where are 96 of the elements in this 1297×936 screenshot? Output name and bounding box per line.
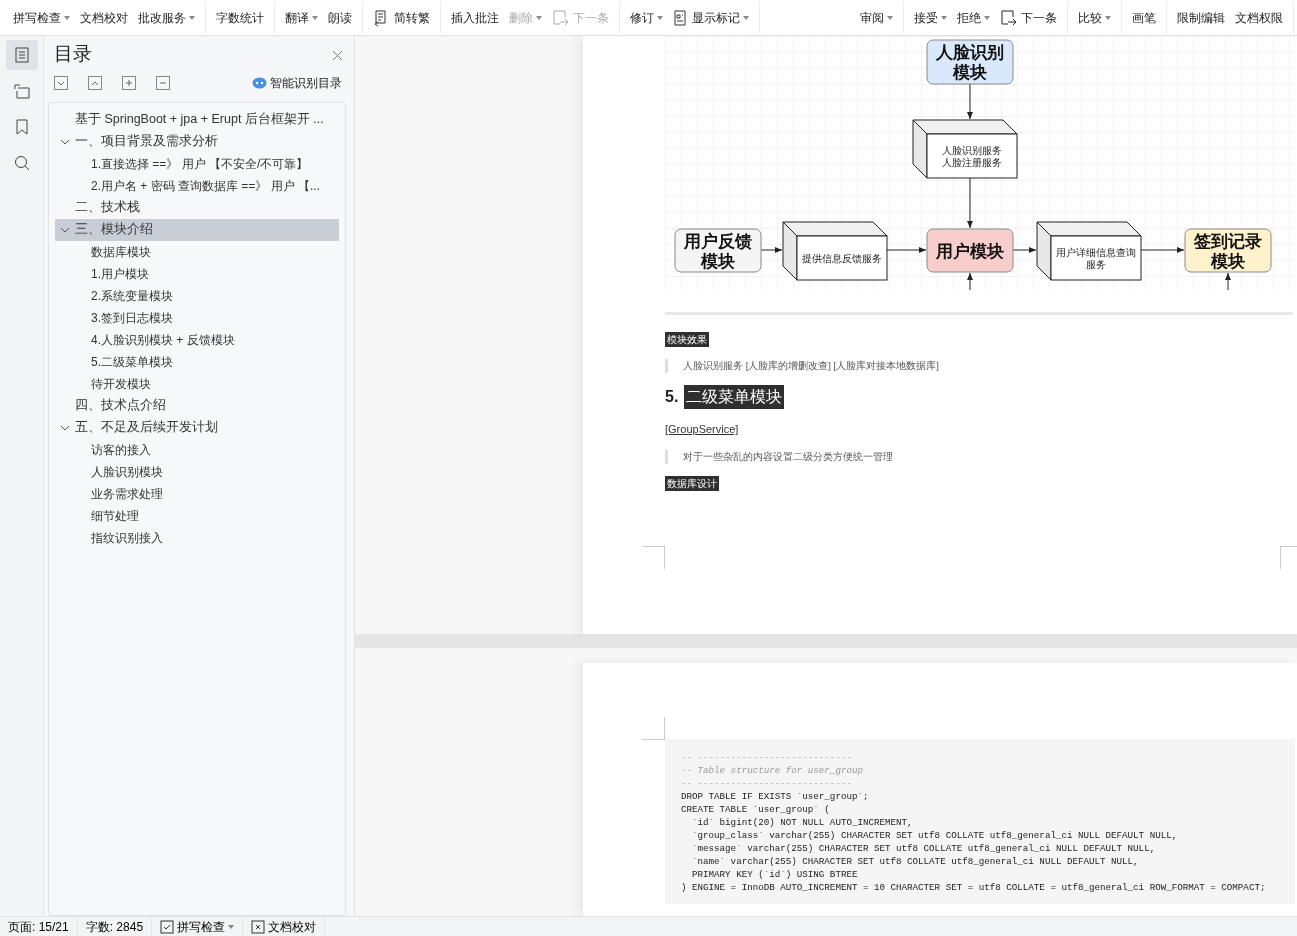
- toolbar-button[interactable]: 朗读: [324, 6, 356, 29]
- toolbar-button[interactable]: 比较: [1074, 6, 1115, 29]
- close-icon: [332, 49, 343, 61]
- list-icon: [12, 46, 31, 64]
- cross-icon: [251, 919, 266, 934]
- connector-arrow: [967, 177, 973, 229]
- outline-item[interactable]: 2.系统变量模块: [55, 284, 339, 307]
- caret-icon: [64, 15, 70, 20]
- toolbar-button[interactable]: 修订: [626, 6, 667, 29]
- toolbar-button[interactable]: 文档校对: [76, 6, 132, 29]
- search-icon: [12, 154, 31, 172]
- outline-tool-button[interactable]: [156, 75, 170, 90]
- outline-item[interactable]: 三、模块介绍: [55, 218, 339, 241]
- outline-item[interactable]: 业务需求处理: [55, 482, 339, 505]
- smart-outline-button[interactable]: 智能识别目录: [248, 71, 346, 94]
- toolbar-button[interactable]: 批改服务: [134, 6, 199, 29]
- outline-item[interactable]: 二、技术栈: [55, 196, 339, 219]
- toolbar-button[interactable]: 简转繁: [369, 6, 434, 29]
- caret-icon: [984, 15, 990, 20]
- outline-item[interactable]: 4.人脸识别模块 + 反馈模块: [55, 328, 339, 351]
- code-block: -- ---------------------------- -- Table structure for user_group -- ---------------------------- DROP TABLE IF EXISTS `user_group`; CREATE TABLE `user_group` ( `id` bigint(20) NOT NULL AUTO_INCREMENT, `group_class` varchar(255) CHARACTER SET utf8 COLLATE utf8_general_ci NULL DEFAULT NULL, `message` varchar(255) CHARACTER SET utf8 COLLATE utf8_general_ci NULL DEFAULT NULL, `name` varchar(255) CHARACTER SET utf8 COLLATE utf8_general_ci NULL DEFAULT NULL, PRIMARY KEY (`id`) USING BTREE ) ENGINE = InnoDB AUTO_INCREMENT = 10 CHARACTER SET = utf8 COLLATE = utf8_general_ci ROW_FORMAT = COMPACT;: [665, 739, 1295, 905]
- outline-item[interactable]: 人脸识别模块: [55, 460, 339, 483]
- toolbar-button[interactable]: 插入批注: [447, 6, 503, 29]
- margin-mark: [642, 717, 665, 741]
- caret-icon: [189, 15, 195, 20]
- toolbar-button[interactable]: 字数统计: [212, 6, 268, 29]
- caret-icon: [657, 15, 663, 20]
- toolbar-button[interactable]: 翻译: [281, 6, 322, 29]
- outline-item[interactable]: 5.二级菜单模块: [55, 350, 339, 373]
- toolbar-button[interactable]: 显示标记: [669, 6, 753, 29]
- sidebar-tab[interactable]: [5, 40, 38, 70]
- heading-number: 5.: [665, 387, 679, 408]
- connector-arrow: [1225, 272, 1231, 290]
- outline-item[interactable]: 1.用户模块: [55, 262, 339, 285]
- toolbar-button[interactable]: 拼写检查: [9, 6, 74, 29]
- robot-icon: [252, 76, 267, 89]
- document-arrow-icon: [552, 8, 570, 27]
- outline-icon: [12, 82, 31, 100]
- module-node: 用户反馈 模块: [674, 228, 762, 273]
- toolbar-button[interactable]: 画笔: [1128, 6, 1160, 29]
- connector-arrow: [1012, 247, 1037, 253]
- service-cube: 提供信息反馈服务: [782, 221, 888, 281]
- caret-icon: [312, 15, 318, 20]
- outline-tool-button[interactable]: [88, 75, 102, 90]
- highlighted-label: 数据库设计: [665, 476, 719, 491]
- module-node: 用户模块: [926, 228, 1014, 273]
- caret-icon: [1105, 15, 1111, 20]
- caret-icon: [536, 15, 542, 20]
- status-item[interactable]: 文档校对: [243, 917, 326, 936]
- outline-item[interactable]: 指纹识别接入: [55, 526, 339, 549]
- outline-item[interactable]: 基于 SpringBoot + jpa + Erupt 后台框架开 ...: [55, 108, 339, 131]
- caret-icon: [941, 15, 947, 20]
- blockquote-text: 对于一些杂乱的内容设置二级分类方便统一管理: [665, 449, 893, 464]
- service-cube: 用户详细信息查询 服务: [1036, 221, 1142, 281]
- caret-icon: [228, 924, 235, 929]
- status-item[interactable]: 拼写检查: [152, 917, 244, 936]
- connector-arrow: [886, 247, 927, 253]
- link-text[interactable]: [GroupService]: [665, 421, 739, 438]
- outline-item[interactable]: 访客的接入: [55, 438, 339, 461]
- outline-tool-button[interactable]: [122, 75, 136, 90]
- module-node: 人脸识别 模块: [926, 39, 1014, 85]
- connector-arrow: [1140, 247, 1185, 253]
- outline-item[interactable]: 3.签到日志模块: [55, 306, 339, 329]
- outline-item[interactable]: 细节处理: [55, 504, 339, 527]
- margin-mark: [642, 546, 665, 569]
- outline-item[interactable]: 待开发模块: [55, 372, 339, 395]
- toolbar-button[interactable]: 文档权限: [1231, 6, 1287, 29]
- toolbar-button[interactable]: 限制编辑: [1173, 6, 1229, 29]
- toolbar-button[interactable]: 拒绝: [953, 6, 994, 29]
- toolbar-button[interactable]: 下一条: [996, 6, 1061, 29]
- connector-arrow: [967, 83, 973, 120]
- outline-item[interactable]: 数据库模块: [55, 240, 339, 263]
- blockquote-text: 人脸识别服务 [人脸库的增删改查] [人脸库对接本地数据库]: [665, 359, 939, 374]
- document-icon: [673, 9, 689, 26]
- status-item[interactable]: 字数: 2845: [77, 917, 153, 936]
- highlighted-label: 模块效果: [665, 332, 709, 347]
- connector-arrow: [967, 272, 973, 290]
- panel-title: 目录: [53, 42, 92, 66]
- outline-item[interactable]: 1.直接选择 ==》 用户 【不安全/不可靠】: [55, 152, 339, 175]
- status-item[interactable]: 页面: 15/21: [0, 917, 78, 936]
- outline-item[interactable]: 五、不足及后续开发计划: [55, 416, 339, 439]
- toolbar-button[interactable]: 审阅: [856, 6, 897, 29]
- outline-item[interactable]: 一、项目背景及需求分析: [55, 130, 339, 153]
- caret-icon: [887, 15, 893, 20]
- module-node: 签到记录 模块: [1184, 228, 1272, 273]
- caret-icon: [743, 15, 749, 20]
- outline-tool-button[interactable]: [54, 75, 68, 90]
- toolbar-button[interactable]: 接受: [910, 6, 951, 29]
- connector-arrow: [760, 247, 783, 253]
- check-icon: [160, 919, 175, 934]
- service-cube: 人脸识别服务 人脸注册服务: [912, 119, 1018, 179]
- heading-text: 二级菜单模块: [684, 385, 785, 410]
- outline-item[interactable]: 2.用户名 + 密码 查询数据库 ==》 用户 【...: [55, 174, 339, 197]
- margin-mark: [1280, 546, 1297, 569]
- outline-item[interactable]: 四、技术点介绍: [55, 394, 339, 417]
- document-arrow-icon: [1000, 8, 1018, 27]
